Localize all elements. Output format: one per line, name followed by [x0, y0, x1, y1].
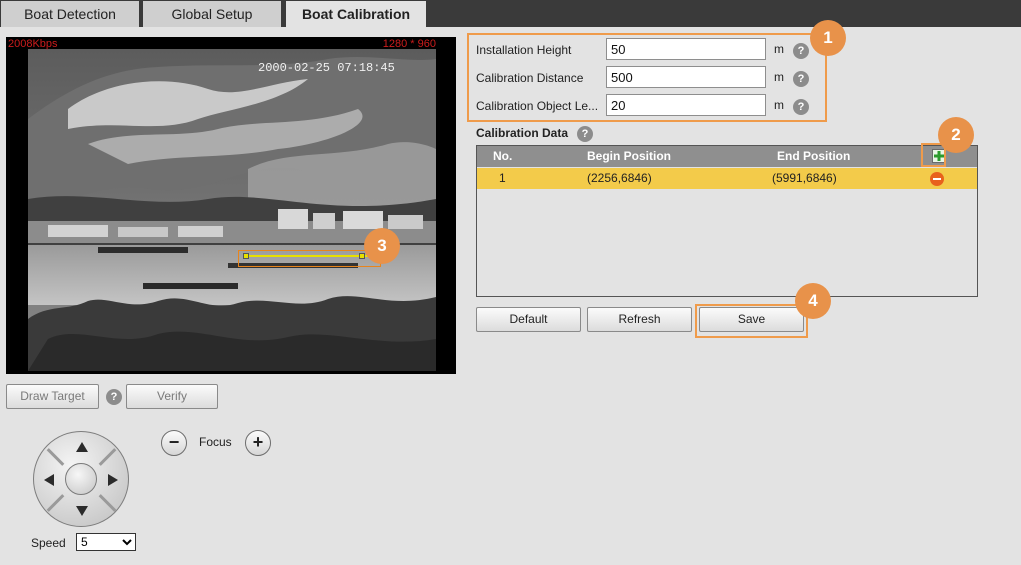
column-header-no: No.	[493, 149, 513, 163]
calibration-object-length-label: Calibration Object Le...	[476, 99, 599, 113]
default-button[interactable]: Default	[476, 307, 581, 332]
focus-label: Focus	[199, 435, 232, 449]
calibration-distance-label: Calibration Distance	[476, 71, 584, 85]
ptz-direction-pad	[33, 431, 129, 527]
help-icon[interactable]: ?	[793, 99, 809, 115]
help-icon[interactable]: ?	[793, 71, 809, 87]
ptz-divider	[46, 494, 65, 512]
help-icon[interactable]: ?	[793, 43, 809, 59]
tab-bar: Boat Detection Global Setup Boat Calibra…	[0, 0, 1021, 27]
tab-global-setup[interactable]: Global Setup	[143, 1, 281, 27]
ptz-down-arrow-icon[interactable]	[76, 506, 88, 516]
timestamp-overlay: 2000-02-25 07:18:45	[258, 61, 395, 75]
verify-button[interactable]: Verify	[126, 384, 218, 409]
calibration-line-start-handle[interactable]	[243, 253, 249, 259]
ptz-center-button[interactable]	[65, 463, 97, 495]
draw-target-button[interactable]: Draw Target	[6, 384, 99, 409]
bitrate-overlay: 2008Kbps	[8, 38, 58, 50]
calibration-object-length-unit: m	[774, 98, 784, 112]
cell-end-position: (5991,6846)	[772, 171, 837, 185]
installation-height-input[interactable]	[606, 38, 766, 60]
save-button[interactable]: Save	[699, 307, 804, 332]
calibration-distance-input[interactable]	[606, 66, 766, 88]
resolution-overlay: 1280 * 960	[382, 38, 436, 50]
calibration-data-title: Calibration Data	[476, 126, 569, 140]
callout-4: 4	[795, 283, 831, 319]
callout-2: 2	[938, 117, 974, 153]
tab-boat-detection[interactable]: Boat Detection	[1, 1, 139, 27]
ptz-divider	[98, 494, 117, 512]
delete-row-icon[interactable]	[930, 172, 944, 186]
calibration-object-length-input[interactable]	[606, 94, 766, 116]
calibration-distance-unit: m	[774, 70, 784, 84]
cell-begin-position: (2256,6846)	[587, 171, 652, 185]
cell-no: 1	[499, 171, 506, 185]
ptz-divider	[98, 448, 117, 466]
callout-3: 3	[364, 228, 400, 264]
column-header-begin-position: Begin Position	[587, 149, 671, 163]
speed-label: Speed	[31, 536, 66, 550]
installation-height-unit: m	[774, 42, 784, 56]
tab-boat-calibration[interactable]: Boat Calibration	[286, 1, 426, 27]
callout-1: 1	[810, 20, 846, 56]
ptz-right-arrow-icon[interactable]	[108, 474, 118, 486]
focus-plus-button[interactable]: +	[245, 430, 271, 456]
camera-scene	[28, 49, 436, 371]
table-header: No. Begin Position End Position	[477, 146, 977, 167]
help-icon[interactable]: ?	[577, 126, 593, 142]
ptz-left-arrow-icon[interactable]	[44, 474, 54, 486]
live-video-view[interactable]: 2008Kbps 1280 * 960 2000-02-25 07:18:45	[6, 37, 456, 374]
ptz-up-arrow-icon[interactable]	[76, 442, 88, 452]
help-icon[interactable]: ?	[106, 389, 122, 405]
installation-height-label: Installation Height	[476, 43, 572, 57]
focus-minus-button[interactable]: −	[161, 430, 187, 456]
calibration-data-table: No. Begin Position End Position 1 (2256,…	[476, 145, 978, 297]
speed-select[interactable]: 5	[76, 533, 136, 551]
calibration-line[interactable]	[246, 255, 372, 257]
table-row[interactable]: 1 (2256,6846) (5991,6846)	[477, 168, 977, 189]
calibration-line-end-handle[interactable]	[359, 253, 365, 259]
ptz-divider	[46, 448, 65, 466]
refresh-button[interactable]: Refresh	[587, 307, 692, 332]
column-header-end-position: End Position	[777, 149, 851, 163]
